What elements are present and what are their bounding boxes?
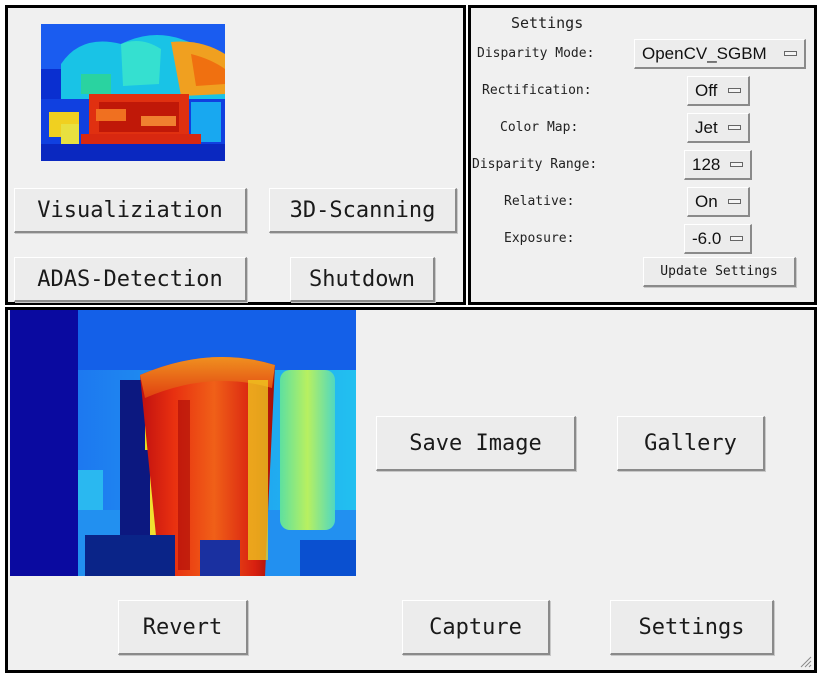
visualization-button[interactable]: Visualiziation [14, 188, 247, 233]
update-settings-button[interactable]: Update Settings [643, 257, 796, 287]
color-map-value: Jet [695, 117, 718, 137]
rectification-label: Rectification: [482, 83, 592, 98]
capture-button[interactable]: Capture [402, 600, 550, 655]
rectification-select[interactable]: Off [687, 76, 750, 106]
disparity-range-label: Disparity Range: [472, 157, 598, 172]
exposure-value: -6.0 [692, 228, 722, 248]
resize-grip-icon[interactable] [798, 654, 812, 668]
option-menu-indicator-icon [728, 124, 741, 130]
relative-select[interactable]: On [687, 187, 750, 217]
revert-button[interactable]: Revert [118, 600, 248, 655]
disparity-map-image [10, 310, 356, 576]
disparity-range-value: 128 [692, 154, 721, 174]
capture-panel: Save Image Gallery Revert Capture Settin… [5, 307, 817, 673]
option-menu-indicator-icon [784, 50, 797, 56]
option-menu-indicator-icon [730, 161, 743, 167]
shutdown-button[interactable]: Shutdown [290, 257, 435, 302]
disparity-mode-select[interactable]: OpenCV_SGBM [634, 39, 806, 69]
color-map-label: Color Map: [500, 120, 579, 135]
3d-scanning-button[interactable]: 3D-Scanning [269, 188, 457, 233]
option-menu-indicator-icon [730, 235, 743, 241]
exposure-select[interactable]: -6.0 [684, 224, 752, 254]
settings-button[interactable]: Settings [610, 600, 774, 655]
adas-detection-button[interactable]: ADAS-Detection [14, 257, 247, 302]
disparity-range-select[interactable]: 128 [684, 150, 752, 180]
save-image-button[interactable]: Save Image [376, 416, 576, 471]
option-menu-indicator-icon [728, 198, 741, 204]
option-menu-indicator-icon [728, 87, 741, 93]
settings-panel: Settings Disparity Mode: OpenCV_SGBM Rec… [468, 5, 817, 305]
settings-title: Settings [511, 14, 584, 32]
exposure-label: Exposure: [504, 231, 575, 246]
relative-value: On [695, 191, 718, 211]
disparity-preview-thumbnail [41, 24, 225, 161]
disparity-mode-label: Disparity Mode: [477, 46, 595, 61]
disparity-mode-value: OpenCV_SGBM [642, 43, 767, 63]
main-menu-panel: Visualiziation 3D-Scanning ADAS-Detectio… [5, 5, 466, 305]
color-map-select[interactable]: Jet [687, 113, 750, 143]
rectification-value: Off [695, 80, 718, 100]
gallery-button[interactable]: Gallery [617, 416, 765, 471]
relative-label: Relative: [504, 194, 575, 209]
